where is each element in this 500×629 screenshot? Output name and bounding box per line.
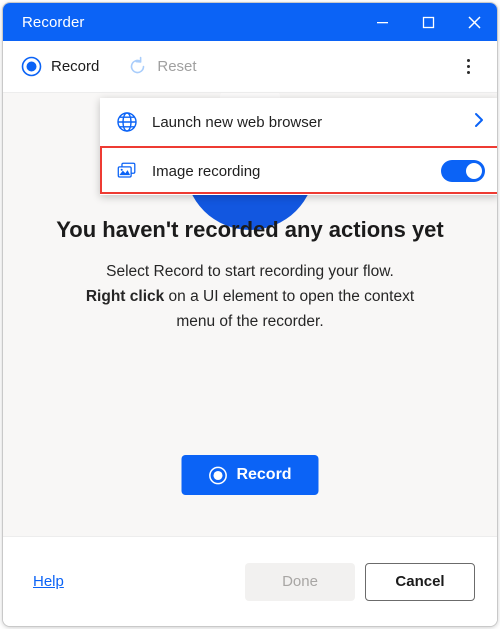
globe-icon: [117, 112, 137, 132]
description-line-1: Select Record to start recording your fl…: [106, 263, 394, 280]
record-button[interactable]: Record: [181, 455, 319, 495]
window-title: Recorder: [22, 13, 85, 31]
images-icon: [117, 162, 136, 178]
kebab-menu-icon: [466, 65, 470, 68]
close-button[interactable]: [451, 3, 497, 41]
reset-arrow-icon: [131, 56, 145, 74]
toggle-knob: [466, 163, 482, 179]
menu-item-launch-browser[interactable]: Launch new web browser: [100, 98, 497, 146]
chevron-right-icon: [473, 112, 485, 133]
toolbar-reset-label: Reset: [157, 58, 197, 75]
recorder-window: Recorder Record Reset You haven't record…: [2, 2, 498, 627]
minimize-button[interactable]: [359, 3, 405, 41]
description-line-2: Right click on a UI element to open the …: [3, 284, 497, 309]
close-icon: [467, 15, 481, 29]
description-line-2-rest: on a UI element to open the context: [164, 288, 415, 305]
minimize-icon: [376, 21, 388, 23]
toolbar-overflow-button[interactable]: [453, 52, 483, 82]
record-circle-icon: [21, 56, 42, 77]
toolbar-reset-button[interactable]: Reset: [117, 52, 206, 81]
description-line-3: menu of the recorder.: [176, 313, 324, 330]
record-circle-icon: [209, 466, 227, 484]
maximize-button[interactable]: [405, 3, 451, 41]
help-link[interactable]: Help: [33, 573, 64, 590]
toolbar-record-label: Record: [51, 58, 100, 75]
footer-bar: Help Done Cancel: [3, 536, 497, 626]
kebab-menu-icon: [466, 71, 470, 74]
done-button[interactable]: Done: [245, 562, 355, 601]
menu-item-label: Launch new web browser: [152, 113, 323, 131]
kebab-menu-icon: [466, 59, 470, 62]
title-bar: Recorder: [3, 3, 497, 41]
record-button-label: Record: [236, 466, 292, 483]
image-recording-toggle[interactable]: [441, 160, 485, 182]
maximize-icon: [422, 16, 434, 28]
menu-item-label: Image recording: [152, 162, 261, 180]
toolbar-record-button[interactable]: Record: [11, 52, 109, 81]
empty-state-headline: You haven't recorded any actions yet: [56, 217, 444, 242]
empty-state-description: Select Record to start recording your fl…: [3, 259, 497, 334]
toolbar: Record Reset: [3, 41, 497, 93]
footer-actions: Done Cancel: [245, 562, 475, 601]
overflow-menu: Launch new web browser Image recording: [100, 98, 497, 195]
cancel-button[interactable]: Cancel: [365, 562, 475, 601]
menu-item-image-recording[interactable]: Image recording: [100, 147, 497, 195]
description-bold: Right click: [85, 288, 165, 305]
